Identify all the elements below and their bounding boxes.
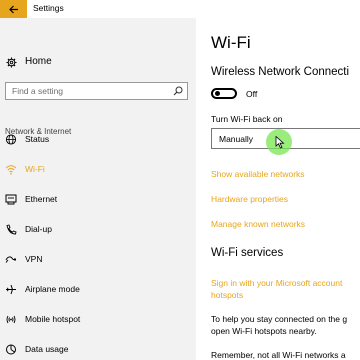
sidebar-item-dialup[interactable]: Dial-up: [0, 219, 196, 239]
vpn-icon: [5, 256, 16, 263]
home-label: Home: [25, 56, 52, 67]
microsoft-account-link[interactable]: Sign in with your Microsoft account hots…: [211, 277, 360, 301]
ethernet-icon: [5, 194, 17, 205]
toggle-knob: [215, 91, 220, 96]
paragraph-line: Remember, not all Wi-Fi networks a: [211, 350, 346, 360]
gear-icon: [6, 57, 17, 68]
sidebar-item-label: Ethernet: [25, 194, 58, 204]
show-available-networks-link[interactable]: Show available networks: [211, 169, 305, 179]
hotspot-icon: [6, 315, 16, 324]
turn-back-on-label: Turn Wi-Fi back on: [211, 114, 283, 124]
sidebar-item-home[interactable]: Home: [0, 52, 196, 72]
window-title: Settings: [33, 3, 64, 13]
paragraph-line: To help you stay connected on the g: [211, 314, 348, 324]
content-pane: Wi-Fi Wireless Network Connecti Off Turn…: [196, 18, 360, 360]
link-line: Sign in with your Microsoft account: [211, 278, 343, 288]
sidebar-item-vpn[interactable]: VPN: [0, 249, 196, 269]
paragraph-line: open Wi-Fi hotspots nearby.: [211, 326, 317, 336]
sidebar-item-label: Status: [25, 134, 50, 144]
wifi-icon: [5, 165, 17, 175]
back-button[interactable]: [0, 0, 27, 18]
search-icon[interactable]: [173, 86, 183, 96]
wireless-heading: Wireless Network Connecti: [211, 66, 350, 78]
sidebar-item-mobile-hotspot[interactable]: Mobile hotspot: [0, 309, 196, 329]
globe-icon: [5, 134, 17, 145]
search-input[interactable]: [12, 85, 162, 97]
dropdown-value: Manually: [219, 134, 254, 144]
link-line: hotspots: [211, 290, 244, 300]
sidebar-item-ethernet[interactable]: Ethernet: [0, 189, 196, 209]
phone-icon: [6, 224, 17, 235]
sidebar-item-label: Mobile hotspot: [25, 314, 81, 324]
services-heading: Wi-Fi services: [211, 247, 284, 259]
sidebar-item-status[interactable]: Status: [0, 129, 196, 149]
page-title: Wi-Fi: [211, 33, 251, 52]
search-field[interactable]: [5, 82, 188, 100]
sidebar-item-label: VPN: [25, 254, 43, 264]
sidebar-item-data-usage[interactable]: Data usage: [0, 339, 196, 359]
sidebar-item-airplane-mode[interactable]: Airplane mode: [0, 279, 196, 299]
sidebar: Home Network & Internet Status Wi-Fi: [0, 18, 196, 360]
airplane-icon: [6, 284, 16, 295]
sidebar-item-label: Data usage: [25, 344, 69, 354]
sidebar-item-label: Dial-up: [25, 224, 52, 234]
sidebar-item-label: Airplane mode: [25, 284, 80, 294]
data-usage-icon: [6, 344, 16, 355]
back-arrow-icon: [8, 5, 18, 13]
manage-known-networks-link[interactable]: Manage known networks: [211, 219, 305, 229]
wifi-toggle[interactable]: [211, 88, 237, 99]
sidebar-item-wifi[interactable]: Wi-Fi: [0, 159, 196, 179]
toggle-state: Off: [246, 89, 258, 99]
title-bar: Settings: [0, 0, 360, 18]
sidebar-item-label: Wi-Fi: [25, 164, 45, 174]
hardware-properties-link[interactable]: Hardware properties: [211, 194, 288, 204]
mouse-pointer-icon: [275, 136, 285, 149]
